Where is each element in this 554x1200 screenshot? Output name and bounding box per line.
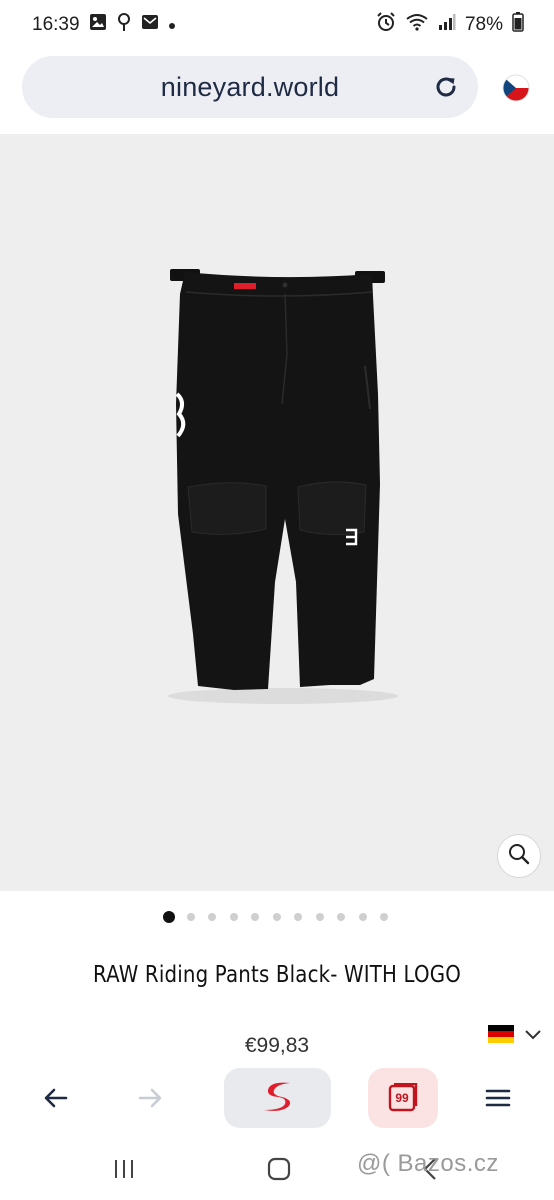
home-s-button[interactable]	[224, 1068, 331, 1128]
dot-icon	[168, 14, 176, 36]
language-selector[interactable]	[488, 1025, 542, 1048]
battery-text: 78%	[464, 14, 503, 35]
mail-icon	[141, 14, 159, 36]
tabs-button[interactable]: 99	[368, 1068, 438, 1128]
wifi-icon	[405, 13, 429, 37]
carousel-dot[interactable]	[337, 913, 345, 921]
german-flag-icon	[488, 1025, 514, 1048]
location-icon	[116, 12, 132, 38]
magnifier-icon	[508, 843, 530, 870]
reload-icon[interactable]	[432, 73, 460, 101]
czech-flag-icon[interactable]	[500, 74, 532, 102]
carousel-dot[interactable]	[186, 913, 195, 921]
image-carousel-dots	[163, 911, 402, 923]
back-arrow-icon[interactable]	[42, 1084, 70, 1112]
tabs-count: 99	[395, 1091, 409, 1105]
carousel-dot[interactable]	[208, 913, 216, 921]
address-bar[interactable]: nineyard.world	[22, 56, 478, 118]
carousel-dot[interactable]	[163, 911, 175, 923]
carousel-dot[interactable]	[229, 913, 238, 921]
image-icon	[89, 13, 107, 37]
browser-toolbar: 99	[0, 1064, 554, 1130]
battery-icon	[512, 12, 524, 38]
status-time: 16:39	[32, 14, 80, 35]
zoom-button[interactable]	[497, 834, 541, 878]
recents-icon[interactable]	[112, 1158, 136, 1185]
product-image[interactable]	[0, 134, 554, 891]
forward-arrow-icon[interactable]	[136, 1084, 164, 1112]
menu-icon[interactable]	[484, 1084, 512, 1112]
status-left: 16:39	[32, 12, 176, 38]
carousel-dot[interactable]	[380, 913, 388, 921]
signal-icon	[438, 13, 456, 37]
product-title: RAW Riding Pants Black- WITH LOGO	[93, 962, 461, 988]
carousel-dot[interactable]	[294, 913, 302, 921]
url-text[interactable]: nineyard.world	[161, 72, 339, 103]
carousel-dot[interactable]	[358, 913, 367, 921]
watermark: @( Bazos.cz	[357, 1150, 499, 1177]
home-icon[interactable]	[267, 1157, 291, 1186]
page: 16:39 78% nineyard.world RAW Riding Pant…	[0, 0, 554, 1200]
product-price: €99,83	[244, 1034, 310, 1057]
status-right: 78%	[376, 12, 524, 38]
s-logo-icon	[260, 1079, 296, 1118]
carousel-dot[interactable]	[251, 913, 259, 921]
chevron-down-icon	[524, 1028, 542, 1046]
alarm-icon	[376, 12, 396, 38]
carousel-dot[interactable]	[272, 913, 281, 921]
pants-image	[168, 269, 398, 704]
carousel-dot[interactable]	[315, 913, 324, 921]
status-bar: 16:39 78%	[0, 0, 554, 50]
tabs-icon: 99	[387, 1083, 419, 1113]
